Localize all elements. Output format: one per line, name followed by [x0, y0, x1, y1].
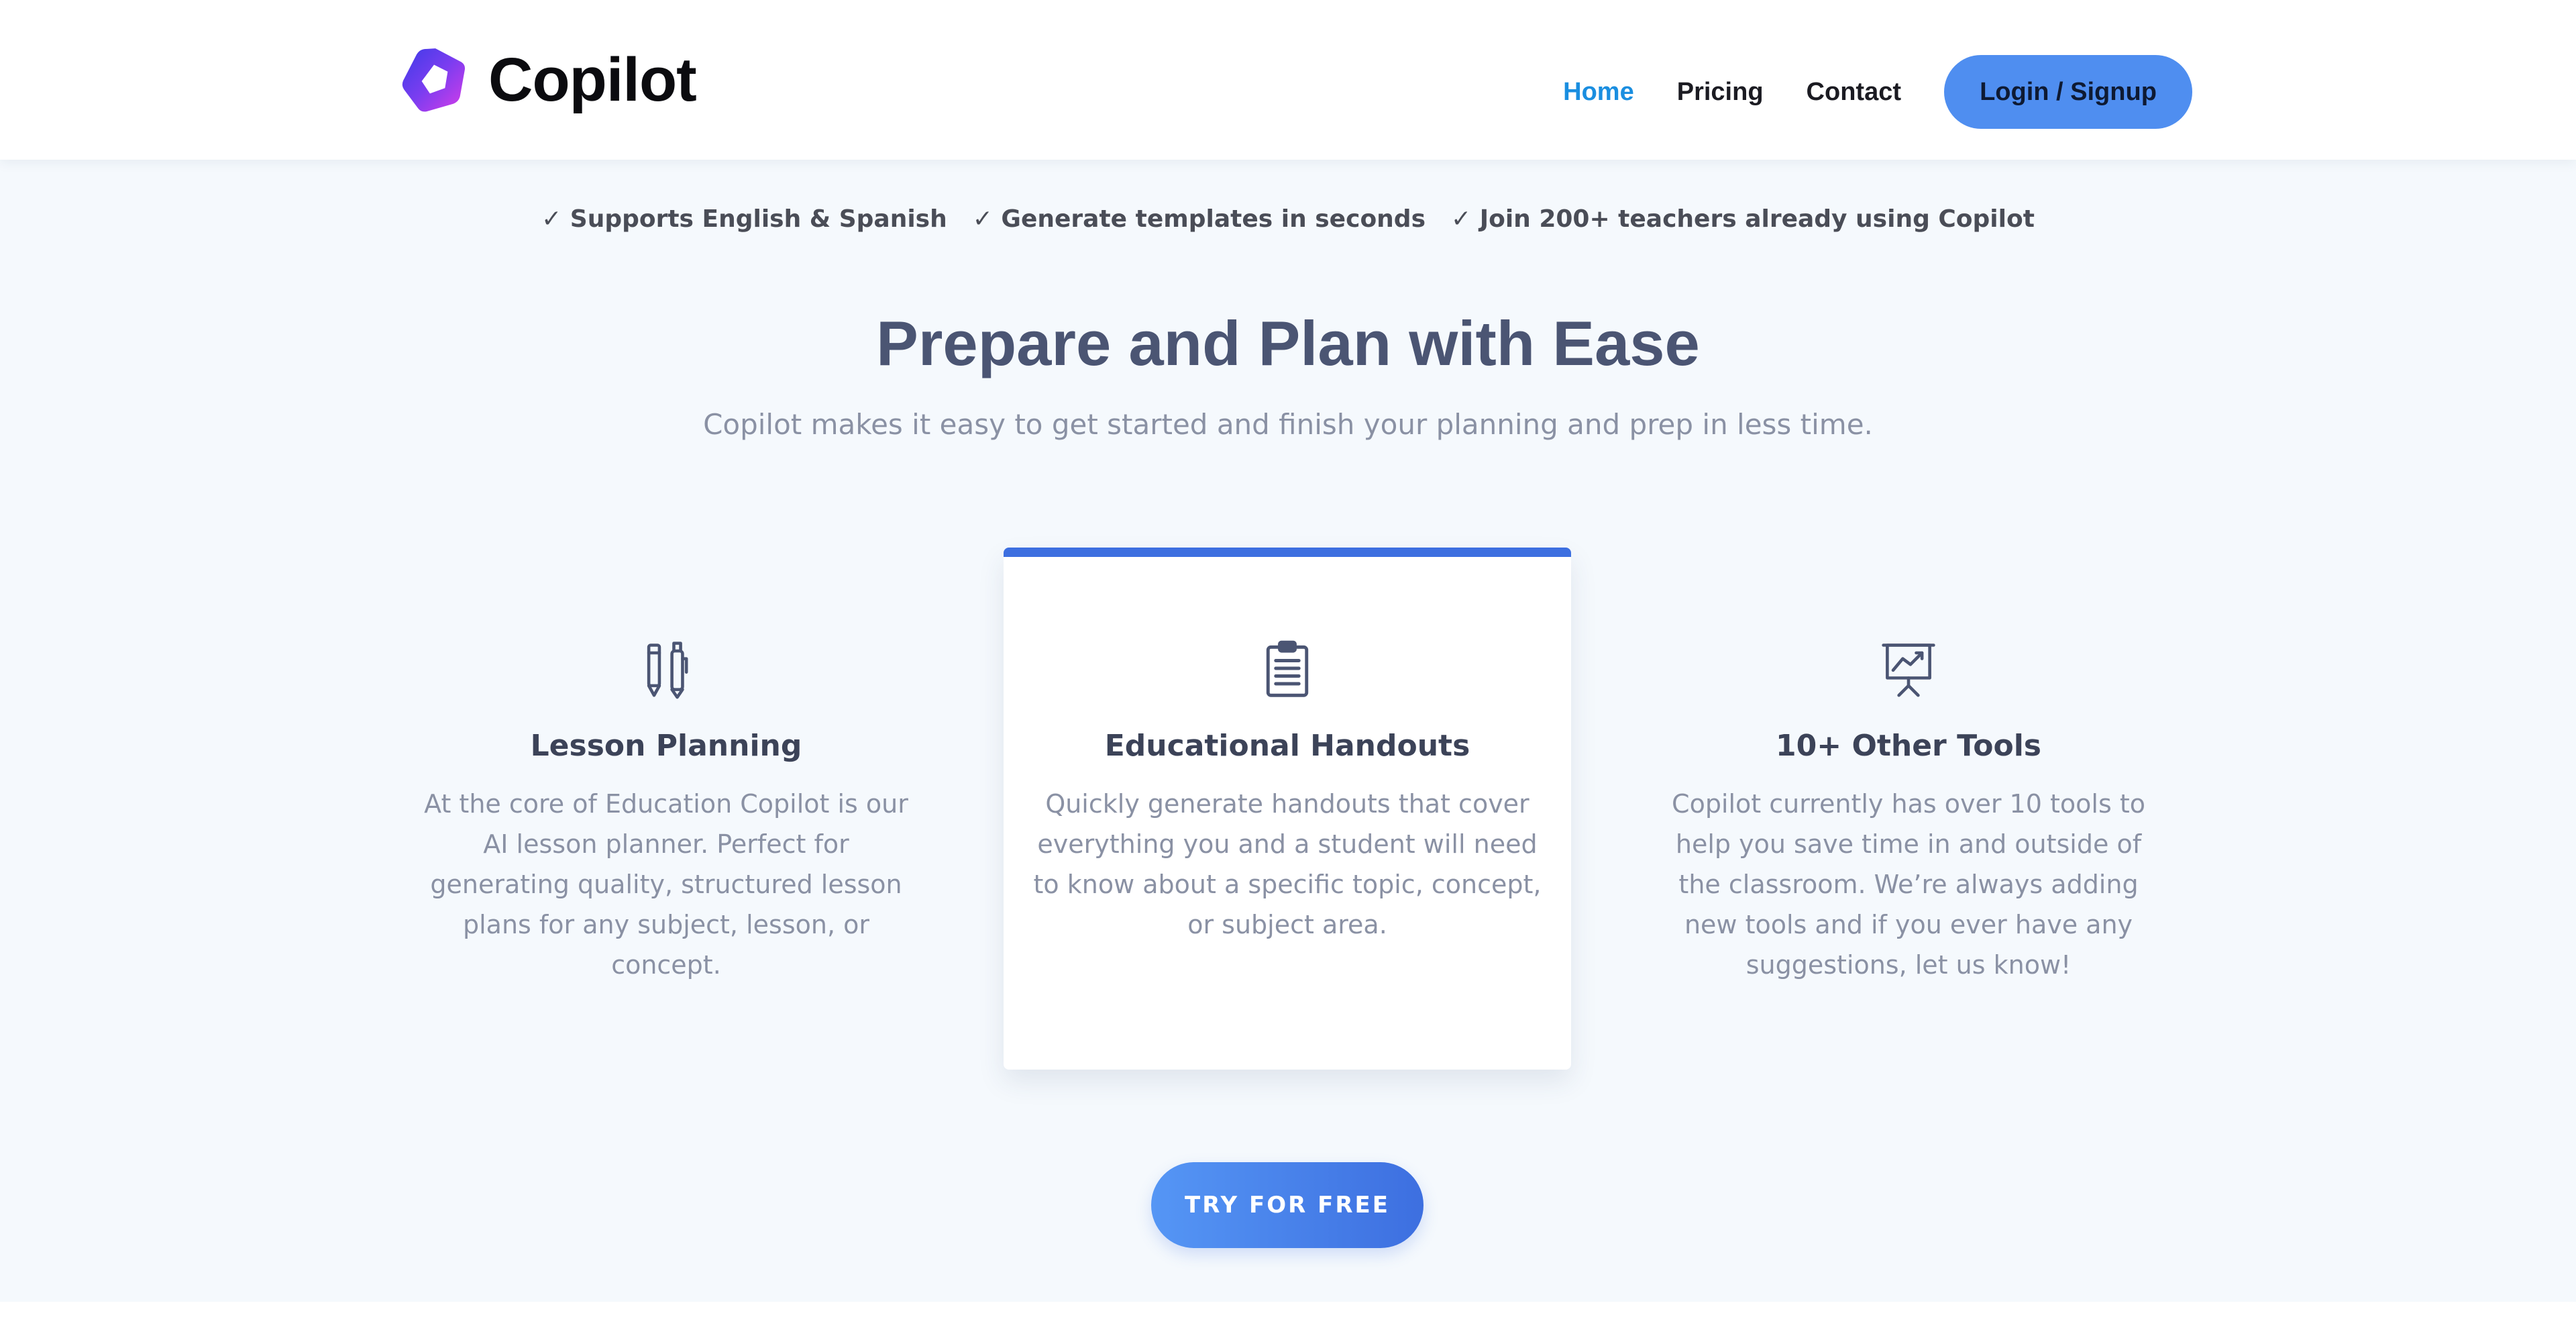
- nav-pricing-link[interactable]: Pricing: [1677, 78, 1764, 107]
- nav-contact-link[interactable]: Contact: [1807, 78, 1901, 107]
- feature-highlight-speed: ✓ Generate templates in seconds: [972, 205, 1426, 233]
- login-signup-button[interactable]: Login / Signup: [1944, 55, 2192, 129]
- pencil-pen-icon: [647, 641, 688, 699]
- card-description: Quickly generate handouts that cover eve…: [1033, 789, 1542, 939]
- copilot-logo-icon: [402, 48, 466, 112]
- feature-card-educational-handouts: Educational Handouts Quickly generate ha…: [1004, 548, 1571, 1070]
- brand-name: Copilot: [488, 45, 697, 114]
- hero-title: Prepare and Plan with Ease: [876, 308, 1700, 378]
- nav-home-link[interactable]: Home: [1563, 78, 1634, 107]
- site-header: Copilot Home Pricing Contact Login / Sig…: [0, 0, 2576, 160]
- card-title: Lesson Planning: [530, 729, 802, 763]
- presentation-chart-icon: [1882, 643, 1935, 697]
- main-nav: Home Pricing Contact Login / Signup: [1563, 55, 2192, 129]
- clipboard-icon: [1266, 640, 1309, 697]
- feature-highlights: ✓ Supports English & Spanish ✓ Generate …: [0, 205, 2576, 233]
- feature-highlight-languages: ✓ Supports English & Spanish: [541, 205, 947, 233]
- card-title: Educational Handouts: [1104, 729, 1470, 763]
- card-title: 10+ Other Tools: [1776, 729, 2041, 763]
- try-for-free-button[interactable]: TRY FOR FREE: [1151, 1162, 1424, 1248]
- hero-section: ✓ Supports English & Spanish ✓ Generate …: [0, 160, 2576, 1302]
- card-description: Copilot currently has over 10 tools to h…: [1672, 789, 2145, 980]
- card-description: At the core of Education Copilot is our …: [424, 789, 908, 980]
- feature-card-other-tools: 10+ Other Tools Copilot currently has ov…: [1625, 548, 2192, 1070]
- feature-highlight-teachers: ✓ Join 200+ teachers already using Copil…: [1451, 205, 2035, 233]
- hero-subtitle: Copilot makes it easy to get started and…: [703, 408, 1873, 441]
- feature-card-lesson-planning: Lesson Planning At the core of Education…: [382, 548, 950, 1070]
- brand-logo[interactable]: Copilot: [400, 43, 697, 117]
